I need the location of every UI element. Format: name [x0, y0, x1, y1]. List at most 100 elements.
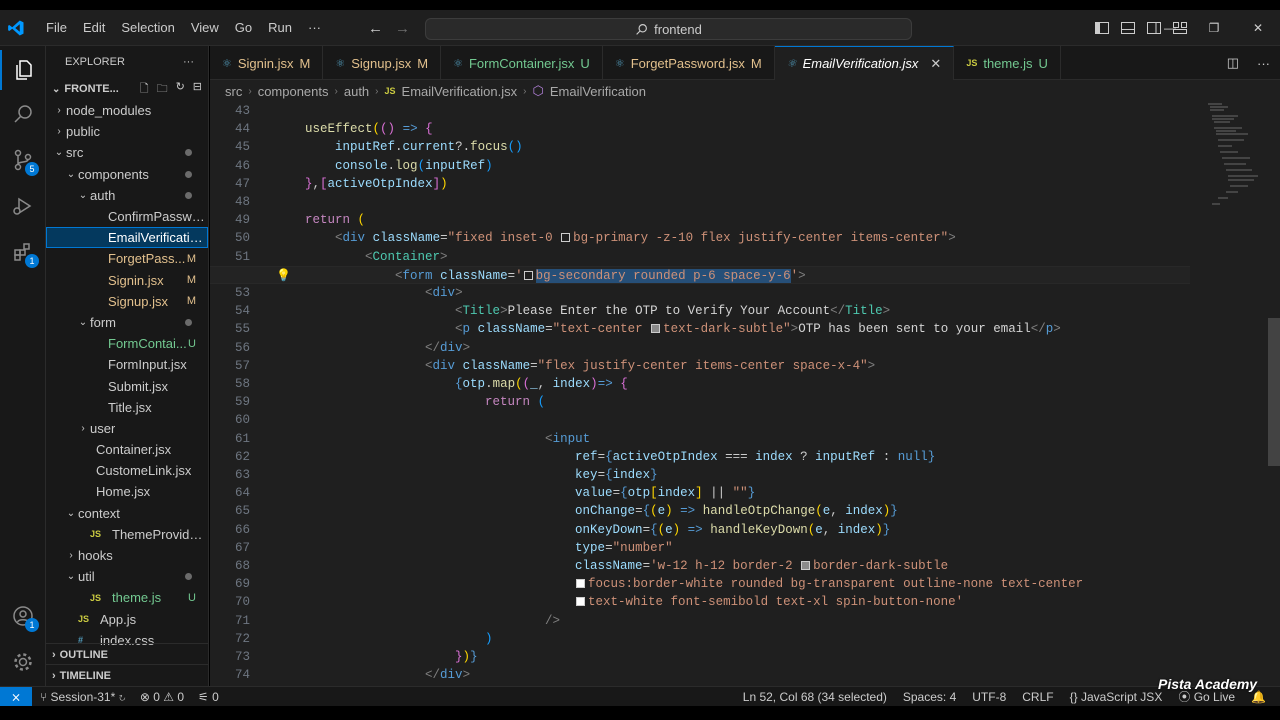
tree-file[interactable]: FormContai... U	[46, 333, 208, 354]
tree-folder[interactable]: ⌄ components	[46, 164, 208, 185]
tree-folder[interactable]: › hooks	[46, 545, 208, 566]
close-window-icon[interactable]: ✕	[1236, 21, 1280, 35]
tree-folder[interactable]: › node_modules	[46, 100, 208, 121]
back-arrow-icon[interactable]: ←	[368, 20, 383, 37]
end-of-line[interactable]: CRLF	[1022, 690, 1053, 704]
tree-item-label: util	[78, 569, 95, 585]
tree-file[interactable]: CustomeLink.jsx	[46, 460, 208, 481]
tree-folder[interactable]: › user	[46, 418, 208, 439]
minimap[interactable]	[1208, 102, 1268, 212]
chevron-right-icon: ›	[69, 550, 73, 562]
editor-tab[interactable]: ⚛ EmailVerification.jsx ✕	[774, 46, 955, 80]
tree-file[interactable]: JS theme.js U	[46, 587, 208, 608]
menu-edit[interactable]: Edit	[75, 10, 113, 46]
chevron-right-icon: ›	[523, 85, 527, 97]
toggle-primary-sidebar-icon[interactable]	[1094, 20, 1110, 36]
tab-label: Signup.jsx	[351, 55, 412, 71]
editor-tab[interactable]: JS theme.js U	[954, 46, 1061, 80]
tree-file[interactable]: Home.jsx	[46, 481, 208, 502]
breadcrumb-src[interactable]: src	[225, 84, 242, 99]
code-line: {otp.map((_, index)=> {	[455, 377, 628, 391]
braces-icon: {}	[1069, 689, 1078, 704]
menu-selection[interactable]: Selection	[113, 10, 182, 46]
tree-file[interactable]: JS ThemeProvider.js	[46, 524, 208, 545]
code-line: )	[485, 631, 493, 646]
explorer-activity[interactable]	[0, 50, 46, 90]
more-actions-icon[interactable]: ···	[1257, 56, 1270, 71]
search-activity[interactable]	[0, 94, 46, 134]
new-file-icon[interactable]: 🗋	[140, 80, 149, 99]
tree-file[interactable]: Signup.jsx M	[46, 291, 208, 312]
tree-file[interactable]: JS App.js	[46, 609, 208, 630]
close-tab-icon[interactable]: ✕	[930, 56, 941, 72]
more-actions-icon[interactable]: ···	[183, 56, 194, 68]
collapse-all-icon[interactable]: ⊟	[193, 80, 202, 99]
tree-folder[interactable]: › public	[46, 121, 208, 142]
menu-run[interactable]: Run	[260, 10, 300, 46]
tree-file[interactable]: Container.jsx	[46, 439, 208, 460]
lightbulb-icon[interactable]: 💡	[276, 267, 291, 285]
toggle-panel-icon[interactable]	[1120, 20, 1136, 36]
branch-status[interactable]: ⑂ Session-31* ↻	[40, 690, 126, 704]
breadcrumb-file[interactable]: EmailVerification.jsx	[402, 84, 518, 99]
tree-item-label: Title.jsx	[108, 399, 152, 415]
search-icon	[636, 23, 648, 35]
outline-section[interactable]: › OUTLINE	[46, 643, 208, 665]
menu-file[interactable]: File	[38, 10, 75, 46]
minimize-icon[interactable]: —	[1148, 21, 1192, 35]
language-mode[interactable]: {} JavaScript JSX	[1070, 690, 1163, 704]
tree-file[interactable]: Submit.jsx	[46, 375, 208, 396]
code-editor[interactable]: 4344454647484950515253545556575859606162…	[210, 102, 1280, 686]
code-line: console.log(inputRef)	[335, 158, 493, 173]
explorer-folder-actions: 🗋 🗀 ↻ ⊟	[140, 80, 208, 99]
accounts-activity[interactable]: 1	[0, 596, 46, 636]
split-editor-icon[interactable]: ◫	[1227, 55, 1239, 71]
editor-tab[interactable]: ⚛ Signup.jsx M	[323, 46, 442, 80]
run-debug-activity[interactable]	[0, 186, 46, 226]
extensions-activity[interactable]: 1	[0, 232, 46, 272]
menu-go[interactable]: Go	[227, 10, 260, 46]
tree-folder[interactable]: ⌄ src	[46, 142, 208, 163]
tree-file[interactable]: FormInput.jsx	[46, 354, 208, 375]
tree-folder[interactable]: ⌄ util	[46, 566, 208, 587]
chevron-right-icon: ›	[81, 422, 85, 434]
manage-activity[interactable]	[0, 642, 46, 682]
explorer-sidebar: EXPLORER ··· ⌄ FRONTE... 🗋 🗀 ↻ ⊟ › node_m…	[46, 46, 209, 686]
problems-status[interactable]: ⊗ 0 ⚠ 0	[140, 690, 184, 704]
indentation[interactable]: Spaces: 4	[903, 690, 956, 704]
breadcrumb-components[interactable]: components	[258, 84, 329, 99]
menu-view[interactable]: View	[183, 10, 227, 46]
command-center-search[interactable]: frontend	[425, 18, 912, 40]
maximize-icon[interactable]: ❐	[1192, 21, 1236, 35]
tree-file[interactable]: Signin.jsx M	[46, 270, 208, 291]
tree-file[interactable]: ConfirmPassword...	[46, 206, 208, 227]
extensions-badge: 1	[25, 254, 39, 268]
workspace-folder[interactable]: ⌄ FRONTE... 🗋 🗀 ↻ ⊟	[46, 78, 208, 100]
cursor-position[interactable]: Ln 52, Col 68 (34 selected)	[743, 690, 887, 704]
forward-arrow-icon[interactable]: →	[395, 20, 410, 37]
breadcrumb-auth[interactable]: auth	[344, 84, 369, 99]
new-folder-icon[interactable]: 🗀	[157, 80, 168, 99]
source-control-activity[interactable]: 5	[0, 140, 46, 180]
breadcrumb-symbol[interactable]: EmailVerification	[550, 84, 646, 99]
tree-folder[interactable]: ⌄ form	[46, 312, 208, 333]
chevron-down-icon: ⌄	[66, 168, 76, 180]
editor-tab[interactable]: ⚛ ForgetPassword.jsx M	[603, 46, 775, 80]
tree-folder[interactable]: ⌄ context	[46, 503, 208, 524]
tree-item-label: Submit.jsx	[108, 378, 168, 394]
refresh-icon[interactable]: ↻	[176, 80, 185, 99]
encoding[interactable]: UTF-8	[972, 690, 1006, 704]
ports-status[interactable]: ⚟ 0	[198, 690, 219, 704]
tree-item-label: hooks	[78, 548, 113, 564]
editor-tab[interactable]: ⚛ Signin.jsx M	[210, 46, 324, 80]
tree-file[interactable]: Title.jsx	[46, 397, 208, 418]
editor-tab[interactable]: ⚛ FormContainer.jsx U	[441, 46, 603, 80]
timeline-section[interactable]: › TIMELINE	[46, 664, 208, 686]
tree-file[interactable]: ForgetPass... M	[46, 248, 208, 269]
menu-more[interactable]: ···	[300, 10, 329, 46]
files-icon	[16, 60, 32, 80]
tree-folder[interactable]: ⌄ auth	[46, 185, 208, 206]
tree-file[interactable]: EmailVerification.j...	[46, 227, 208, 249]
remote-indicator-icon[interactable]: ⨯	[0, 686, 32, 707]
editor-scrollbar[interactable]	[1268, 318, 1280, 466]
